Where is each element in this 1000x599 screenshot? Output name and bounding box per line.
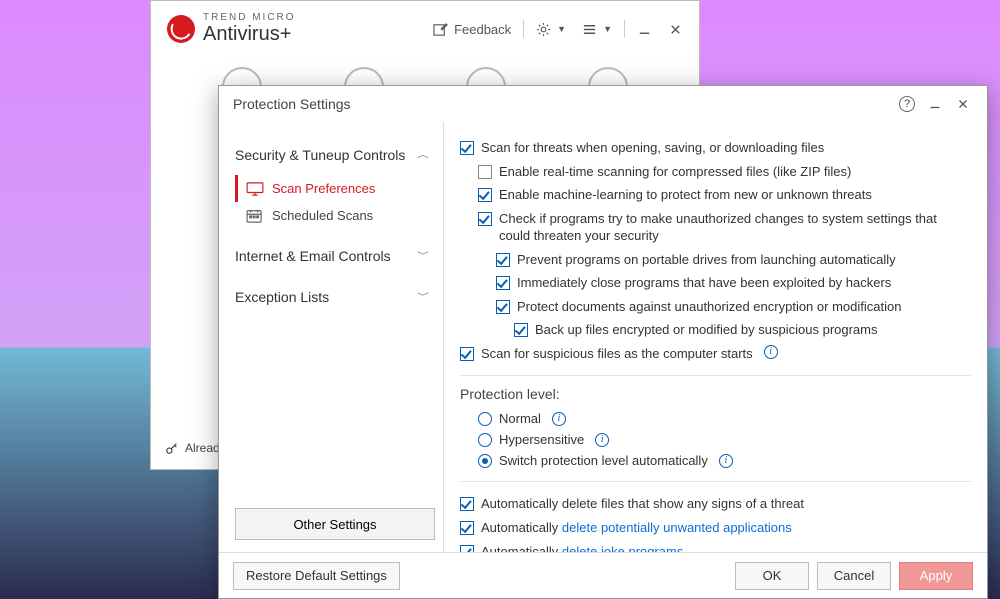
protection-level-heading: Protection level: <box>460 386 971 402</box>
dialog-title: Protection Settings <box>233 96 351 112</box>
divider <box>460 375 971 376</box>
radio-row-hypersensitive[interactable]: Hypersensitive i <box>478 429 971 450</box>
trendmicro-logo-icon <box>167 15 195 43</box>
info-icon[interactable]: i <box>552 412 566 426</box>
protection-settings-dialog: Protection Settings ? Security & Tuneup … <box>218 85 988 599</box>
settings-content: Scan for threats when opening, saving, o… <box>443 122 987 552</box>
chevron-up-icon: ︿ <box>417 149 429 161</box>
separator <box>523 20 524 38</box>
checkbox-close-exploited[interactable] <box>496 276 510 290</box>
sidebar-item-label: Scan Preferences <box>272 181 375 196</box>
apply-button[interactable]: Apply <box>899 562 973 590</box>
dialog-titlebar[interactable]: Protection Settings ? <box>219 86 987 122</box>
checkbox-scan-on-startup[interactable] <box>460 347 474 361</box>
key-icon <box>165 441 179 455</box>
info-icon[interactable]: i <box>764 345 778 359</box>
info-icon[interactable]: i <box>595 433 609 447</box>
checkbox-backup-encrypted[interactable] <box>514 323 528 337</box>
sidebar-section-exception-lists[interactable]: Exception Lists ﹀ <box>235 282 443 311</box>
other-settings-button[interactable]: Other Settings <box>235 508 435 540</box>
checkbox-label: Prevent programs on portable drives from… <box>517 251 896 269</box>
menu-button[interactable]: ▼ <box>574 16 620 43</box>
checkbox-label: Enable machine-learning to protect from … <box>499 186 872 204</box>
pencil-note-icon <box>433 22 448 37</box>
checkbox-label: Protect documents against unauthorized e… <box>517 298 901 316</box>
close-icon <box>956 97 970 111</box>
section-label: Exception Lists <box>235 289 329 305</box>
section-label: Security & Tuneup Controls <box>235 147 405 163</box>
checkbox-machine-learning[interactable] <box>478 188 492 202</box>
settings-sidebar: Security & Tuneup Controls ︿ Scan Prefer… <box>219 122 443 552</box>
checkbox-label: Automatically delete joke programs <box>481 543 683 552</box>
dialog-minimize-button[interactable] <box>921 92 949 116</box>
checkbox-scan-on-access[interactable] <box>460 141 474 155</box>
radio-normal[interactable] <box>478 412 492 426</box>
checkbox-auto-delete-joke[interactable] <box>460 545 474 552</box>
checkbox-label: Automatically delete files that show any… <box>481 495 804 513</box>
radio-hypersensitive[interactable] <box>478 433 492 447</box>
feedback-label: Feedback <box>454 22 511 37</box>
checkbox-label: Enable real-time scanning for compressed… <box>499 163 851 181</box>
sidebar-item-scheduled-scans[interactable]: Scheduled Scans <box>235 202 443 229</box>
hamburger-icon <box>582 22 597 37</box>
checkbox-auto-delete-threats[interactable] <box>460 497 474 511</box>
help-icon: ? <box>899 96 915 112</box>
link-delete-pua[interactable]: delete potentially unwanted applications <box>562 520 792 535</box>
gear-icon <box>536 22 551 37</box>
checkbox-auto-delete-pua[interactable] <box>460 521 474 535</box>
dialog-footer: Restore Default Settings OK Cancel Apply <box>219 552 987 598</box>
close-button[interactable] <box>660 16 691 43</box>
settings-menu-button[interactable]: ▼ <box>528 16 574 43</box>
checkbox-label: Back up files encrypted or modified by s… <box>535 321 878 339</box>
restore-defaults-button[interactable]: Restore Default Settings <box>233 562 400 590</box>
license-status: Alread <box>165 441 220 455</box>
close-icon <box>668 22 683 37</box>
radio-row-normal[interactable]: Normali <box>478 408 971 429</box>
monitor-icon <box>246 182 264 196</box>
checkbox-protect-documents[interactable] <box>496 300 510 314</box>
separator <box>624 20 625 38</box>
ok-button[interactable]: OK <box>735 562 809 590</box>
brand-text: TREND MICRO Antivirus+ <box>203 13 296 45</box>
chevron-down-icon: ﹀ <box>417 250 429 262</box>
radio-row-auto[interactable]: Switch protection level automatically i <box>478 450 971 471</box>
radio-auto[interactable] <box>478 454 492 468</box>
divider <box>460 481 971 482</box>
brand-bottom: Antivirus+ <box>203 24 296 45</box>
sidebar-item-label: Scheduled Scans <box>272 208 373 223</box>
minimize-icon <box>637 22 652 37</box>
checkbox-label: Automatically delete potentially unwante… <box>481 519 792 537</box>
checkbox-label: Check if programs try to make unauthoriz… <box>499 210 971 245</box>
checkbox-unauthorized-changes[interactable] <box>478 212 492 226</box>
sidebar-item-scan-preferences[interactable]: Scan Preferences <box>235 175 443 202</box>
checkbox-label: Scan for threats when opening, saving, o… <box>481 139 824 157</box>
sidebar-section-security-tuneup[interactable]: Security & Tuneup Controls ︿ <box>235 140 443 169</box>
checkbox-portable-drives[interactable] <box>496 253 510 267</box>
sidebar-section-internet-email[interactable]: Internet & Email Controls ﹀ <box>235 241 443 270</box>
feedback-button[interactable]: Feedback <box>425 16 519 43</box>
calendar-icon <box>246 209 264 223</box>
checkbox-label: Immediately close programs that have bee… <box>517 274 891 292</box>
cancel-button[interactable]: Cancel <box>817 562 891 590</box>
radio-label: Normal <box>499 411 541 426</box>
minimize-icon <box>928 97 942 111</box>
section-label: Internet & Email Controls <box>235 248 391 264</box>
link-delete-joke[interactable]: delete joke programs <box>562 544 683 552</box>
checkbox-realtime-compressed[interactable] <box>478 165 492 179</box>
dialog-close-button[interactable] <box>949 92 977 116</box>
radio-label: Hypersensitive <box>499 432 584 447</box>
minimize-button[interactable] <box>629 16 660 43</box>
radio-label: Switch protection level automatically <box>499 453 708 468</box>
chevron-down-icon: ﹀ <box>417 291 429 303</box>
info-icon[interactable]: i <box>719 454 733 468</box>
help-button[interactable]: ? <box>893 92 921 116</box>
checkbox-label: Scan for suspicious files as the compute… <box>481 345 753 363</box>
license-text: Alread <box>185 441 220 455</box>
